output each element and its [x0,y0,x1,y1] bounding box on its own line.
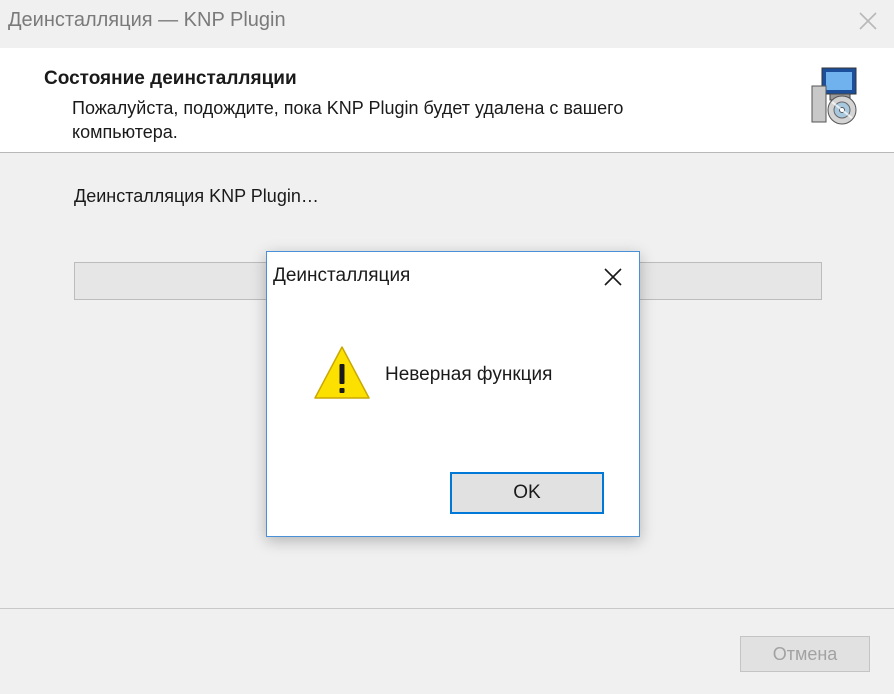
title-bar: Деинсталляция — KNP Plugin [0,0,894,48]
footer-divider [0,608,894,609]
dialog-title: Деинсталляция [273,265,411,286]
ok-button[interactable]: OK [450,472,604,514]
close-icon [604,268,622,286]
dialog-message: Неверная функция [385,364,553,385]
close-icon [859,12,877,30]
header-subtitle: Пожалуйста, подождите, пока KNP Plugin б… [72,98,624,142]
window-close-button[interactable] [848,4,888,38]
cancel-button[interactable]: Отмена [740,636,870,672]
header-title: Состояние деинсталляции [44,68,297,89]
window-title: Деинсталляция — KNP Plugin [8,9,286,31]
status-text: Деинсталляция KNP Plugin… [74,186,319,206]
error-dialog: Деинсталляция Неверная функция OK [266,251,640,537]
warning-icon [313,344,371,402]
installer-computer-cd-icon [808,66,864,126]
header-panel: Состояние деинсталляции Пожалуйста, подо… [0,48,894,153]
dialog-close-button[interactable] [593,260,633,294]
